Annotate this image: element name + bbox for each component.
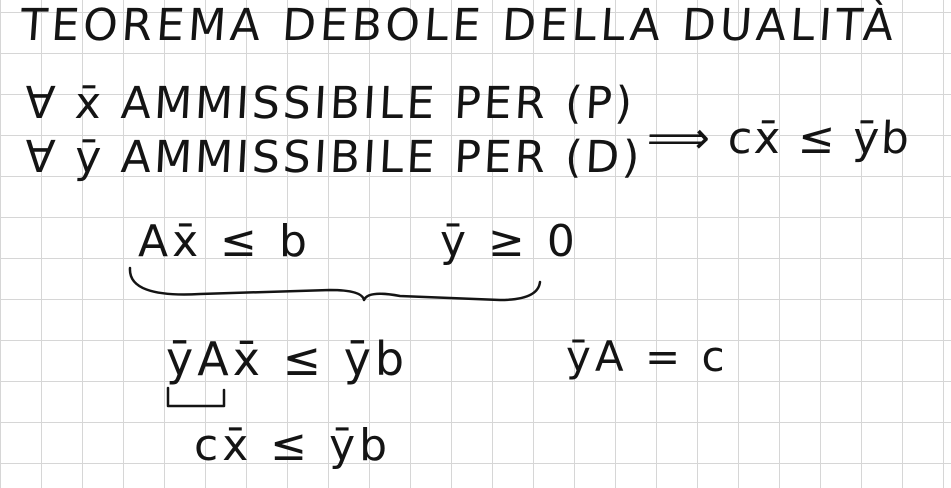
primal-constraint: Ax̄ ≤ b — [138, 216, 311, 267]
step-multiply: ȳAx̄ ≤ ȳb — [166, 332, 409, 386]
dual-equality: ȳA = c — [566, 332, 729, 381]
step-result: cx̄ ≤ ȳb — [194, 420, 392, 471]
hypothesis-dual: ∀ ȳ AMMISSIBILE PER (D) — [23, 132, 644, 183]
notebook-page: TEOREMA DEBOLE DELLA DUALITÀ ∀ x̄ AMMISS… — [0, 0, 951, 488]
conclusion: ⟹ cx̄ ≤ ȳb — [645, 113, 913, 164]
page-title: TEOREMA DEBOLE DELLA DUALITÀ — [18, 0, 900, 51]
dual-constraint: ȳ ≥ 0 — [440, 216, 579, 267]
hypothesis-primal: ∀ x̄ AMMISSIBILE PER (P) — [23, 78, 637, 129]
